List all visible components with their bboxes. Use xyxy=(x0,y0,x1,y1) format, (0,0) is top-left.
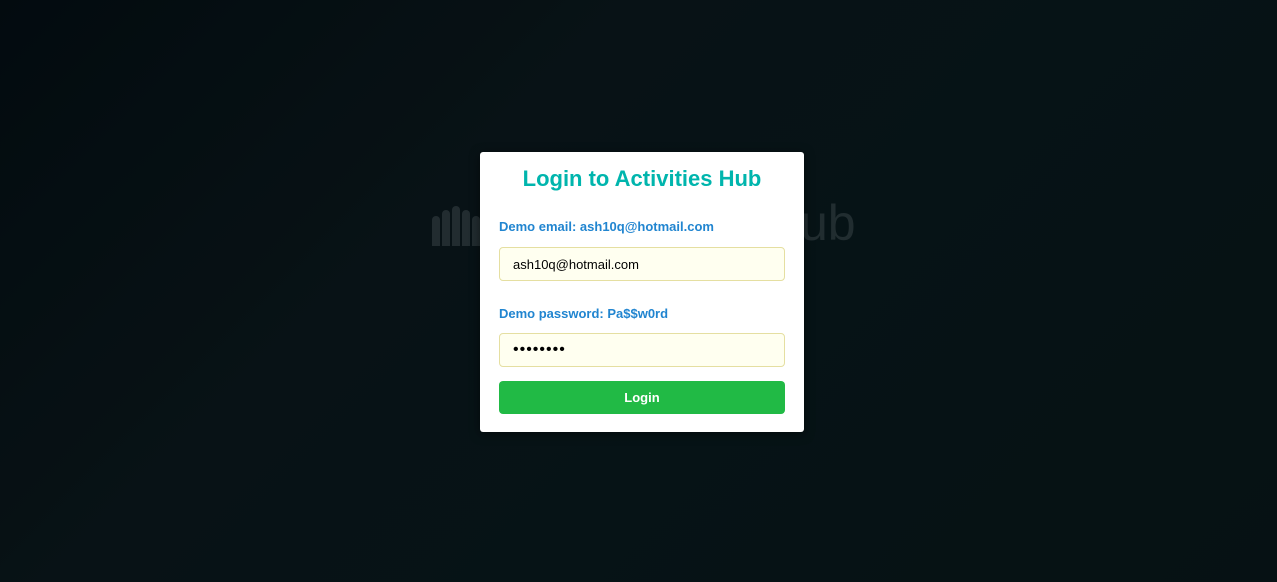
demo-password-hint: Demo password: Pa$$w0rd xyxy=(499,306,669,321)
email-field[interactable] xyxy=(499,247,785,281)
demo-email-hint: Demo email: ash10q@hotmail.com xyxy=(499,219,714,234)
login-button[interactable]: Login xyxy=(499,381,785,414)
background-logo: ub xyxy=(432,195,856,251)
background-logo-text: ub xyxy=(800,195,856,251)
password-field[interactable] xyxy=(499,333,785,367)
people-group-icon xyxy=(432,204,480,246)
modal-title: Login to Activities Hub xyxy=(522,166,762,191)
login-modal: Login to Activities Hub Demo email: ash1… xyxy=(480,152,804,432)
